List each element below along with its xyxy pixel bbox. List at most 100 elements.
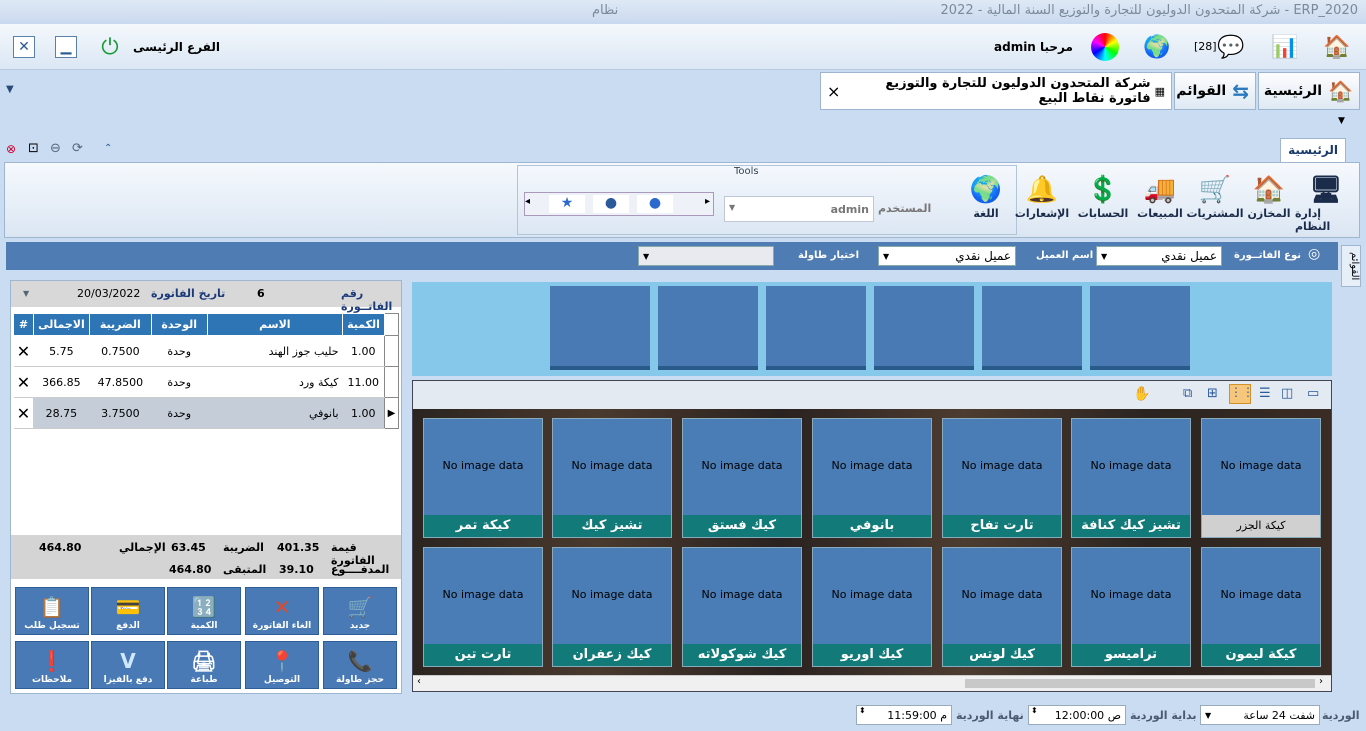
product-tile[interactable]: No image data بانوفي [812, 418, 932, 538]
hand-icon[interactable]: ✋ [1133, 386, 1150, 402]
maximize-icon[interactable]: ⊡ [28, 141, 39, 156]
bar-chart-icon[interactable]: 📊 [1268, 30, 1302, 64]
table-row[interactable]: ✕ 28.75 3.7500 وحدة بانوفي 1.00 ▶ [13, 397, 400, 429]
notes-button[interactable]: ❗ ملاحظات [15, 641, 89, 689]
ribbon-tab-home[interactable]: الرئيسية [1280, 138, 1346, 162]
home-icon[interactable]: 🏠 [1320, 30, 1354, 64]
shift-select[interactable]: ▼ شفت 24 ساعة [1200, 705, 1320, 725]
ribbon-purchases-button[interactable]: 🛒 المشتريات [1186, 173, 1243, 237]
delete-row-icon[interactable]: ✕ [13, 366, 34, 398]
side-tab-lists[interactable]: القوائم [1341, 245, 1361, 287]
product-tile[interactable]: No image data كيك فستق [682, 418, 802, 538]
cancel-invoice-button[interactable]: ✕ الغاء الفاتورة [245, 587, 319, 635]
category-tile[interactable] [766, 286, 866, 370]
product-tile[interactable]: No image data كيك شوكولاته [682, 547, 802, 667]
view-single-icon[interactable]: ▭ [1307, 386, 1319, 401]
quantity-button[interactable]: 🔢 الكمية [167, 587, 241, 635]
tab-invoice[interactable]: ▦ شركة المتحدون الدوليون للتجارة والتوزي… [820, 72, 1172, 110]
product-tile[interactable]: No image data تراميسو [1071, 547, 1191, 667]
ribbon-system-button[interactable]: 🖥 إدارة النظام [1295, 173, 1357, 237]
product-tile[interactable]: No image data كيكة ليمون [1201, 547, 1321, 667]
ribbon-stores-button[interactable]: 🏠 المخازن [1243, 173, 1295, 237]
product-tile[interactable]: No image data تارت تفاح [942, 418, 1062, 538]
category-tile[interactable] [1090, 286, 1190, 370]
category-tile[interactable] [874, 286, 974, 370]
category-tile[interactable] [658, 286, 758, 370]
star-icon[interactable]: ★ [549, 195, 585, 213]
date-arrow-icon[interactable]: ▼ [23, 289, 29, 298]
row-qty[interactable]: 1.00 [342, 397, 385, 429]
ribbon-accounts-button[interactable]: 💲 الحسابات [1073, 173, 1133, 237]
view-grid-medium-icon[interactable]: ⋮⋮ [1229, 384, 1254, 404]
invoice-type-select[interactable]: ▼ عميل نقدي [1096, 246, 1222, 266]
power-icon[interactable]: ⏻ [93, 30, 127, 64]
scroll-right-icon[interactable]: › [1319, 676, 1323, 687]
new-invoice-button[interactable]: 🛒 جديد [323, 587, 397, 635]
product-tile[interactable]: No image data تشيز كيك كنافة [1071, 418, 1191, 538]
system-menu-label[interactable]: نظام [592, 3, 618, 18]
dropdown-arrow-icon[interactable]: ▼ [6, 84, 14, 95]
payment-button[interactable]: 💳 الدفع [91, 587, 165, 635]
close-ribbon-icon[interactable]: ⊗ [6, 142, 16, 156]
chat-icon[interactable]: 💬 [1214, 30, 1248, 64]
table-row[interactable]: ✕ 5.75 0.7500 وحدة حليب جوز الهند 1.00 [13, 335, 400, 367]
carousel-left-icon[interactable]: ◂ [525, 196, 530, 207]
product-tile[interactable]: No image data كيك لوتس [942, 547, 1062, 667]
horizontal-scrollbar[interactable]: ‹ › [413, 675, 1331, 691]
collapse-arrow-icon[interactable]: ▼ [1338, 116, 1345, 126]
view-columns-icon[interactable]: ◫ [1281, 386, 1293, 401]
ribbon-sales-button[interactable]: 🚚 المبيعات [1133, 173, 1187, 237]
table-select[interactable]: ▼ [638, 246, 774, 266]
color-wheel-icon[interactable] [1088, 30, 1122, 64]
spin-icon[interactable]: ⬍ [1031, 706, 1038, 715]
spin-icon[interactable]: ⬍ [859, 706, 866, 715]
product-tile[interactable]: No image data تارت تين [423, 547, 543, 667]
product-tile[interactable]: No image data كيك زعفران [552, 547, 672, 667]
visa-pay-button[interactable]: V دفع بالفيزا [91, 641, 165, 689]
view-grid-small-icon[interactable]: ⊞ [1207, 386, 1218, 401]
scroll-left-icon[interactable]: ‹ [417, 676, 421, 687]
view-rows-icon[interactable]: ☰ [1259, 386, 1271, 401]
carousel-right-icon[interactable]: ▸ [705, 196, 710, 207]
refresh-icon[interactable]: ⟳ [72, 141, 83, 156]
category-tile[interactable] [550, 286, 650, 370]
circle-dark-icon[interactable]: ● [593, 195, 629, 213]
register-order-label: تسجيل طلب [24, 621, 80, 631]
tab-close-icon[interactable]: × [827, 82, 840, 101]
globe-abc-icon[interactable]: 🌍 [1140, 30, 1174, 64]
row-qty[interactable]: 11.00 [342, 366, 385, 398]
scroll-thumb[interactable] [965, 679, 1315, 688]
tab-lists[interactable]: ⇆ القوائم [1174, 72, 1256, 110]
product-tile[interactable]: No image data كيكة الجزر [1201, 418, 1321, 538]
ribbon-language-button[interactable]: 🌍 اللغة [961, 173, 1011, 237]
delete-row-icon[interactable]: ✕ [13, 397, 34, 429]
filter-icon[interactable]: ◎ [1308, 246, 1320, 262]
chevron-up-icon[interactable]: ⌃ [104, 143, 112, 154]
row-qty[interactable]: 1.00 [342, 335, 385, 367]
circle-blue-icon[interactable]: ● [637, 195, 673, 213]
delete-row-icon[interactable]: ✕ [13, 335, 34, 367]
product-tile[interactable]: No image data كيك اوريو [812, 547, 932, 667]
invoice-date[interactable]: 20/03/2022 [77, 287, 140, 300]
shift-start-field[interactable]: ⬍ 12:00:00 ص [1028, 705, 1126, 725]
ribbon-notifications-button[interactable]: 🔔 الإشعارات [1011, 173, 1073, 237]
row-name: حليب جوز الهند [207, 335, 343, 367]
product-tile[interactable]: No image data كيكة تمر [423, 418, 543, 538]
table-row[interactable]: ✕ 366.85 47.8500 وحدة كيكة ورد 11.00 [13, 366, 400, 398]
print-button[interactable]: 🖨 طباعة [167, 641, 241, 689]
view-tiles-icon[interactable]: ⧉ [1183, 386, 1192, 401]
user-combo[interactable]: ▼ admin [724, 196, 874, 222]
register-order-button[interactable]: 📋 تسجيل طلب [15, 587, 89, 635]
tab-home[interactable]: 🏠 الرئيسية [1258, 72, 1360, 110]
category-tile[interactable] [982, 286, 1082, 370]
close-window-button[interactable]: ✕ [13, 36, 35, 58]
minimize-ribbon-icon[interactable]: ⊖ [50, 141, 61, 156]
minimize-button[interactable]: ▁ [55, 36, 77, 58]
shift-end-field[interactable]: ⬍ 11:59:00 م [856, 705, 952, 725]
customer-select[interactable]: ▼ عميل نقدي [878, 246, 1016, 266]
ribbon-sales-label: المبيعات [1137, 207, 1183, 220]
reserve-table-button[interactable]: 📞 حجز طاولة [323, 641, 397, 689]
delivery-button[interactable]: 📍 التوصيل [245, 641, 319, 689]
window-title: ERP_2020 - شركة المتحدون الدوليون للتجار… [940, 3, 1358, 18]
product-tile[interactable]: No image data تشيز كيك [552, 418, 672, 538]
